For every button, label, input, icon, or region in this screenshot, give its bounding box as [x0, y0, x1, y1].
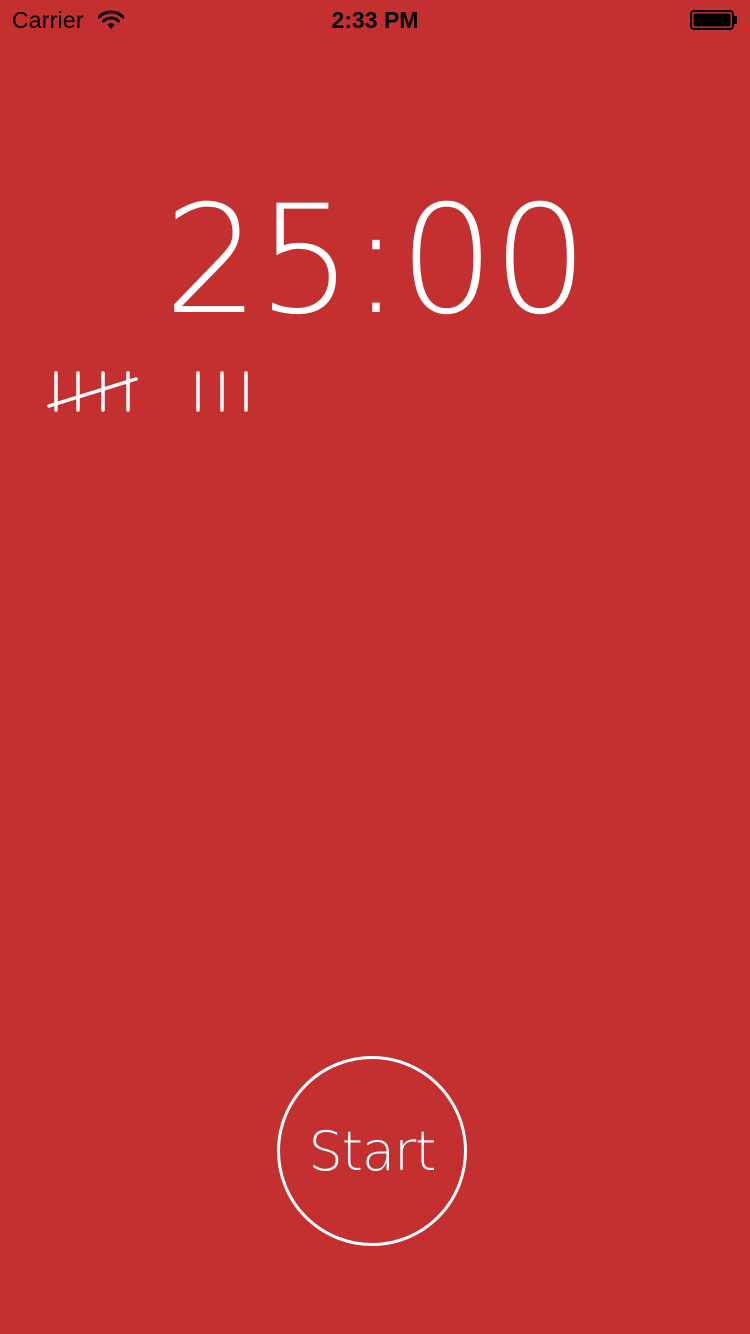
status-bar: Carrier 2:33 PM	[0, 0, 750, 40]
timer-display: 25:00	[163, 174, 588, 348]
battery-icon	[690, 10, 738, 30]
status-clock: 2:33 PM	[331, 7, 419, 33]
pomodoro-screen: Carrier 2:33 PM 25:00 Start	[0, 0, 750, 1334]
tally-marks-icon	[46, 370, 256, 416]
start-button[interactable]: Start	[277, 1056, 467, 1246]
start-button-label: Start	[308, 1119, 437, 1183]
